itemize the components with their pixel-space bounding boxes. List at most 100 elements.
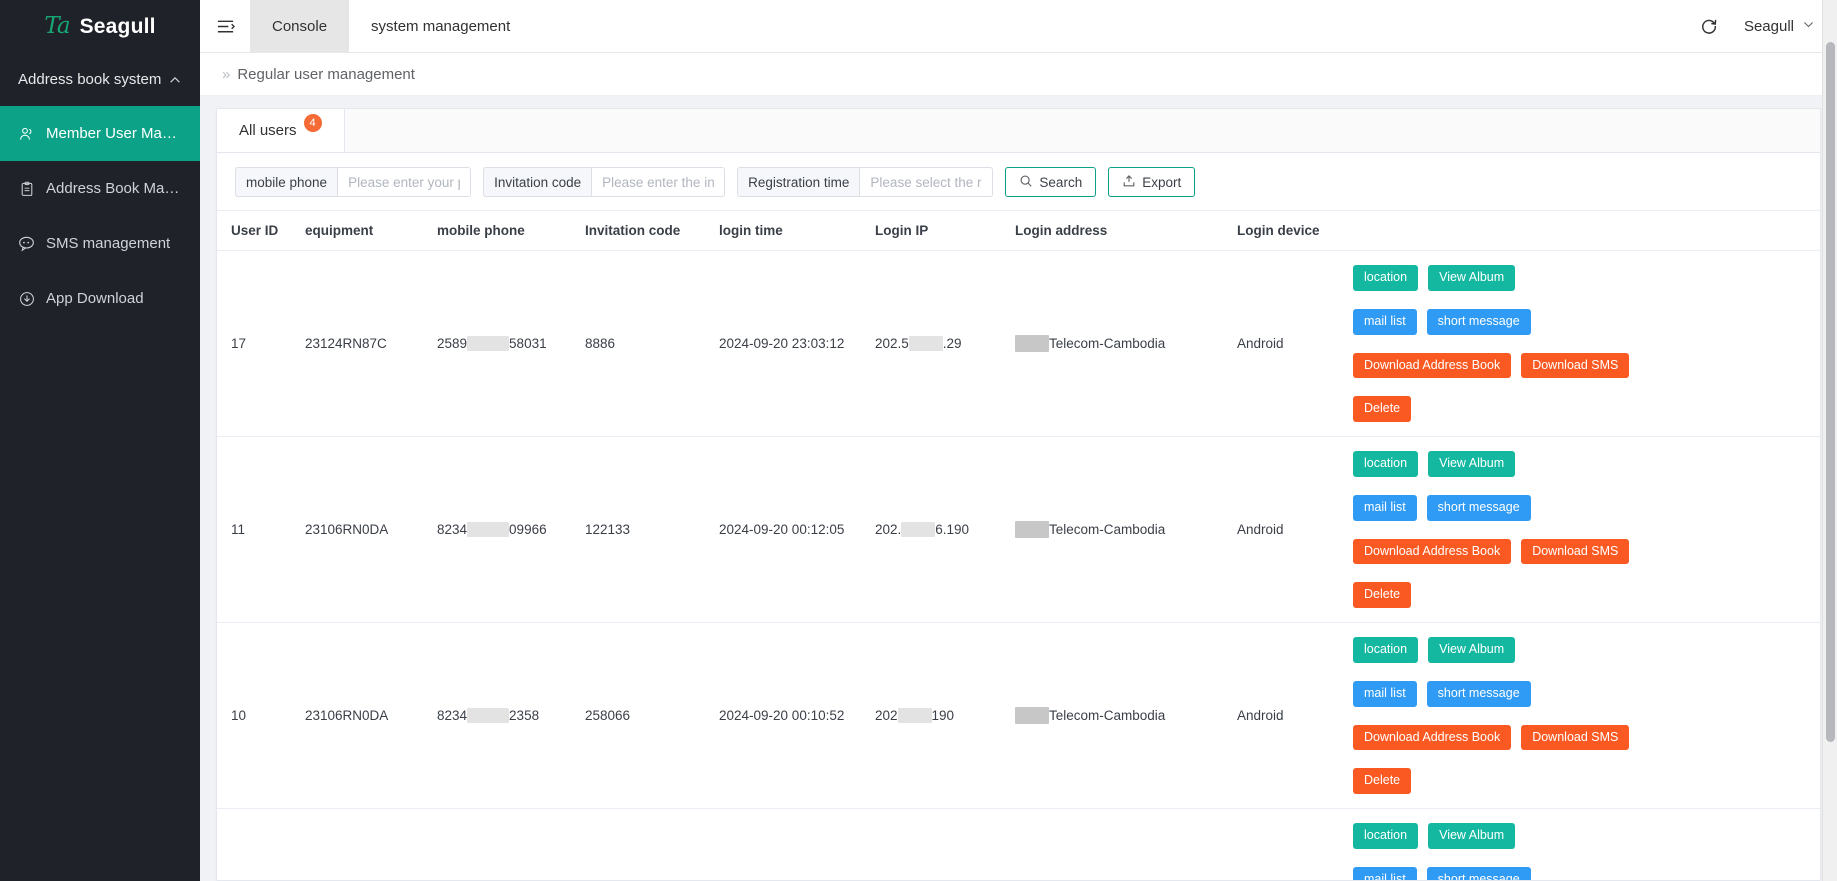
action-button-view-album[interactable]: View Album xyxy=(1428,823,1516,849)
action-button-view-album[interactable]: View Album xyxy=(1428,637,1516,663)
column-invitation-code: Invitation code xyxy=(585,210,719,251)
filter-label: Registration time xyxy=(737,167,860,197)
row-action-buttons: location View Album mail list short message… xyxy=(1353,637,1653,794)
table-row: 17 23124RN87C 2589 58031 8886 2024-09-20 23:0… xyxy=(217,250,1820,437)
sidebar-group-address-book-system[interactable]: Address book system xyxy=(0,53,200,106)
table-scroll-region[interactable]: User ID equipment mobile phone Invitatio… xyxy=(217,210,1820,880)
tab-all-users[interactable]: All users 4 xyxy=(217,109,344,152)
action-button-mail-list[interactable]: mail list xyxy=(1353,494,1417,521)
page-scrollbar[interactable] xyxy=(1822,0,1837,881)
main-area: Console system management Seagull » Regu… xyxy=(200,0,1837,881)
invitation-code-input[interactable] xyxy=(591,167,726,197)
message-icon xyxy=(18,235,35,252)
breadcrumb-separator-icon: » xyxy=(222,65,231,83)
user-group-icon xyxy=(18,125,35,142)
users-card: All users 4 mobile phone Invitation code xyxy=(216,108,1821,881)
refresh-icon[interactable] xyxy=(1700,17,1718,35)
search-button-label: Search xyxy=(1039,174,1083,190)
redaction-mask xyxy=(1015,707,1049,724)
filter-registration-time: Registration time xyxy=(737,167,994,197)
search-button[interactable]: Search xyxy=(1005,167,1097,197)
action-button-download-sms[interactable]: Download SMS xyxy=(1521,724,1630,751)
action-button-short-message[interactable]: short message xyxy=(1426,680,1531,707)
cell-login-time: 2024-09-20 00:10:52 xyxy=(719,622,875,809)
cell-actions: location View Album mail list short message… xyxy=(1353,622,1820,809)
login-address-text: Telecom-Cambodia xyxy=(1049,336,1166,351)
cell-login-time: 2024-09-20 00:09:55 xyxy=(719,808,875,880)
action-button-mail-list[interactable]: mail list xyxy=(1353,866,1417,880)
action-button-short-message[interactable]: short message xyxy=(1426,308,1531,335)
action-button-download-address-book[interactable]: Download Address Book xyxy=(1353,538,1512,565)
cell-login-address: Telecom-Cambodia xyxy=(1015,622,1237,809)
mobile-phone-input[interactable] xyxy=(337,167,472,197)
cell-equipment: 23124RN87C xyxy=(305,250,437,437)
table-header: User ID equipment mobile phone Invitatio… xyxy=(217,210,1820,251)
sidebar: Ta Seagull Address book system Member Us… xyxy=(0,0,200,881)
user-name: Seagull xyxy=(1743,17,1794,35)
action-button-delete[interactable]: Delete xyxy=(1353,768,1412,794)
brand-name: Seagull xyxy=(79,14,156,38)
cell-actions: location View Album mail list short message… xyxy=(1353,808,1820,880)
sidebar-item-app-download[interactable]: App Download xyxy=(0,271,200,326)
table-row: 11 23106RN0DA 8234 09966 122133 2024-09-20 00… xyxy=(217,436,1820,623)
user-menu[interactable]: Seagull xyxy=(1744,18,1815,35)
action-button-download-sms[interactable]: Download SMS xyxy=(1521,538,1630,565)
chevron-down-icon xyxy=(1802,18,1815,35)
action-button-location[interactable]: location xyxy=(1353,637,1419,663)
page-scrollbar-thumb[interactable] xyxy=(1826,42,1835,742)
column-login-time: login time xyxy=(719,210,875,251)
sidebar-item-label: Address Book Mana... xyxy=(46,180,182,197)
tab-label: All users xyxy=(239,122,297,139)
filter-mobile-phone: mobile phone xyxy=(235,167,472,197)
action-button-mail-list[interactable]: mail list xyxy=(1353,308,1417,335)
topbar: Console system management Seagull xyxy=(200,0,1837,53)
column-equipment: equipment xyxy=(305,210,437,251)
topbar-tab-console[interactable]: Console xyxy=(250,0,350,52)
action-button-download-address-book[interactable]: Download Address Book xyxy=(1353,724,1512,751)
registration-time-input[interactable] xyxy=(859,167,994,197)
action-button-view-album[interactable]: View Album xyxy=(1428,265,1516,291)
cell-actions: location View Album mail list short message… xyxy=(1353,250,1820,437)
row-action-buttons: location View Album mail list short message… xyxy=(1353,265,1653,422)
breadcrumb-current: Regular user management xyxy=(237,65,415,83)
topbar-right: Seagull xyxy=(1700,0,1837,52)
cell-login-device: Android xyxy=(1237,250,1353,437)
row-action-buttons: location View Album mail list short message… xyxy=(1353,823,1653,880)
cell-login-device: Android xyxy=(1237,622,1353,809)
cell-invitation-code: 258066 xyxy=(585,622,719,809)
hamburger-icon[interactable] xyxy=(200,0,250,52)
action-button-location[interactable]: location xyxy=(1353,823,1419,849)
cell-user-id: 17 xyxy=(217,250,305,437)
column-login-address: Login address xyxy=(1015,210,1237,251)
action-button-view-album[interactable]: View Album xyxy=(1428,451,1516,477)
export-button[interactable]: Export xyxy=(1108,167,1196,197)
action-button-delete[interactable]: Delete xyxy=(1353,396,1412,422)
action-button-download-address-book[interactable]: Download Address Book xyxy=(1353,352,1512,379)
download-circle-icon xyxy=(18,290,35,307)
cell-login-time: 2024-09-20 00:12:05 xyxy=(719,436,875,623)
redaction-mask xyxy=(897,708,932,724)
action-button-location[interactable]: location xyxy=(1353,451,1419,477)
action-button-download-sms[interactable]: Download SMS xyxy=(1521,352,1630,379)
filter-label: mobile phone xyxy=(235,167,338,197)
cell-user-id: 9 xyxy=(217,808,305,880)
sidebar-item-member-user-management[interactable]: Member User Mana... xyxy=(0,106,200,161)
cell-invitation-code: 258099 xyxy=(585,808,719,880)
sidebar-item-address-book-management[interactable]: Address Book Mana... xyxy=(0,161,200,216)
filter-invitation-code: Invitation code xyxy=(483,167,726,197)
cell-login-address: Telecom-Cambodia xyxy=(1015,250,1237,437)
brand-logo[interactable]: Ta Seagull xyxy=(0,0,200,53)
table-row: 923106RN0DA823423582580992024-09-20 00:0… xyxy=(217,808,1820,880)
export-button-label: Export xyxy=(1142,174,1182,190)
row-action-buttons: location View Album mail list short message… xyxy=(1353,451,1653,608)
action-button-location[interactable]: location xyxy=(1353,265,1419,291)
redaction-mask xyxy=(901,522,936,538)
action-button-mail-list[interactable]: mail list xyxy=(1353,680,1417,707)
sidebar-item-sms-management[interactable]: SMS management xyxy=(0,216,200,271)
action-button-short-message[interactable]: short message xyxy=(1426,494,1531,521)
column-actions xyxy=(1353,210,1820,251)
action-button-short-message[interactable]: short message xyxy=(1426,866,1531,880)
topbar-tab-system-management[interactable]: system management xyxy=(349,0,533,52)
sidebar-item-label: SMS management xyxy=(46,235,171,252)
action-button-delete[interactable]: Delete xyxy=(1353,582,1412,608)
